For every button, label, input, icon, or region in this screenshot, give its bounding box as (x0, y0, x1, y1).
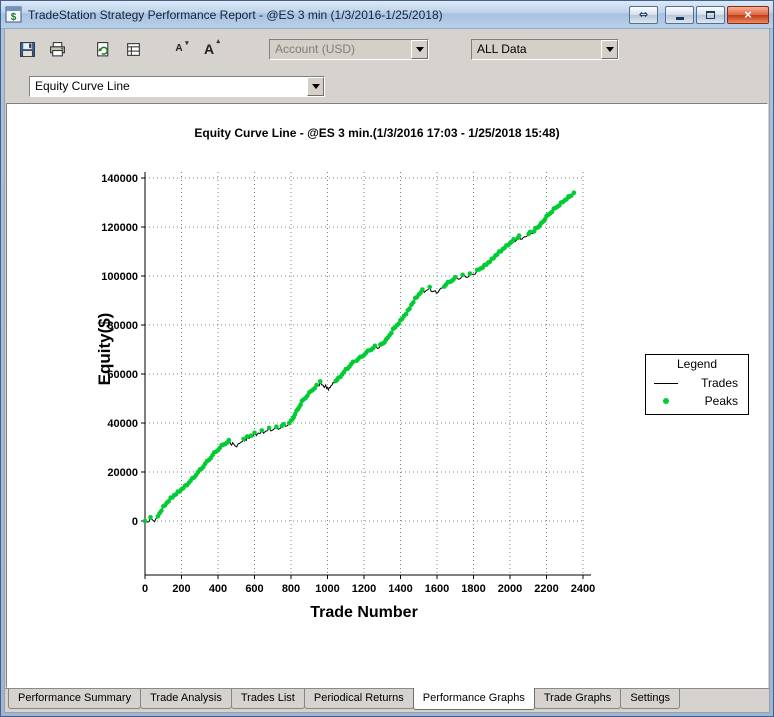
svg-text:2000: 2000 (498, 583, 522, 595)
svg-text:20000: 20000 (107, 467, 138, 479)
app-icon: $ (5, 6, 22, 23)
svg-text:80000: 80000 (107, 320, 138, 332)
tab-trades-list[interactable]: Trades List (231, 689, 305, 709)
close-glyph: × (744, 7, 752, 22)
decrease-font-icon[interactable]: A▾ (167, 38, 191, 60)
peaks-dot-sample-icon (654, 398, 678, 404)
svg-text:2200: 2200 (534, 583, 558, 595)
data-range-dropdown-arrow-icon[interactable] (601, 40, 618, 59)
window-title: TradeStation Strategy Performance Report… (28, 8, 623, 22)
tabstrip: Performance Summary Trade Analysis Trade… (5, 688, 769, 712)
svg-text:60000: 60000 (107, 369, 138, 381)
tab-periodical-returns[interactable]: Periodical Returns (304, 689, 414, 709)
detach-icon[interactable]: ⇔ (629, 6, 658, 24)
svg-text:120000: 120000 (101, 222, 138, 234)
data-range-dropdown[interactable]: ALL Data (471, 39, 619, 60)
svg-text:$: $ (11, 12, 17, 23)
account-dropdown-value: Account (USD) (270, 40, 411, 59)
maximize-icon[interactable] (696, 6, 725, 24)
tab-performance-summary[interactable]: Performance Summary (8, 689, 141, 709)
account-dropdown[interactable]: Account (USD) (269, 39, 429, 60)
minimize-icon[interactable] (665, 6, 694, 24)
data-range-dropdown-value: ALL Data (472, 40, 601, 59)
titlebar[interactable]: $ TradeStation Strategy Performance Repo… (1, 1, 773, 29)
svg-text:400: 400 (209, 583, 227, 595)
svg-text:140000: 140000 (101, 173, 138, 185)
legend-box: Legend Trades Peaks (645, 354, 749, 415)
graph-type-dropdown-value: Equity Curve Line (30, 77, 307, 96)
legend-item-peaks: Peaks (646, 392, 748, 410)
trades-line-sample-icon (654, 383, 678, 384)
svg-text:0: 0 (132, 516, 138, 528)
report-properties-icon[interactable] (121, 38, 145, 60)
graph-type-dropdown[interactable]: Equity Curve Line (29, 76, 325, 97)
svg-text:40000: 40000 (107, 418, 138, 430)
print-icon[interactable] (45, 38, 69, 60)
chart-panel: Equity Curve Line - @ES 3 min.(1/3/2016 … (6, 103, 768, 688)
tab-trade-analysis[interactable]: Trade Analysis (140, 689, 232, 709)
client-area: A▾ A▴ Account (USD) ALL Data Equity Curv… (4, 29, 770, 713)
tab-trade-graphs[interactable]: Trade Graphs (534, 689, 621, 709)
save-icon[interactable] (15, 38, 39, 60)
svg-text:1800: 1800 (461, 583, 485, 595)
svg-text:800: 800 (282, 583, 300, 595)
svg-text:1200: 1200 (352, 583, 376, 595)
svg-text:0: 0 (142, 583, 148, 595)
refresh-icon[interactable] (91, 38, 115, 60)
svg-text:600: 600 (245, 583, 263, 595)
tab-performance-graphs[interactable]: Performance Graphs (413, 688, 535, 710)
svg-text:2400: 2400 (571, 583, 595, 595)
close-icon[interactable]: × (727, 6, 769, 24)
detach-glyph: ⇔ (639, 8, 648, 21)
svg-text:1000: 1000 (315, 583, 339, 595)
svg-text:100000: 100000 (101, 271, 138, 283)
svg-text:1600: 1600 (425, 583, 449, 595)
app-window: $ TradeStation Strategy Performance Repo… (0, 0, 774, 717)
tab-settings[interactable]: Settings (620, 689, 680, 709)
toolbar: A▾ A▴ Account (USD) ALL Data (5, 29, 769, 69)
graph-selector-bar: Equity Curve Line (5, 69, 769, 103)
svg-text:1400: 1400 (388, 583, 412, 595)
graph-type-dropdown-arrow-icon[interactable] (307, 77, 324, 96)
account-dropdown-arrow-icon[interactable] (411, 40, 428, 59)
svg-text:200: 200 (172, 583, 190, 595)
legend-title: Legend (646, 357, 748, 374)
legend-item-trades: Trades (646, 374, 748, 392)
increase-font-icon[interactable]: A▴ (197, 38, 221, 60)
